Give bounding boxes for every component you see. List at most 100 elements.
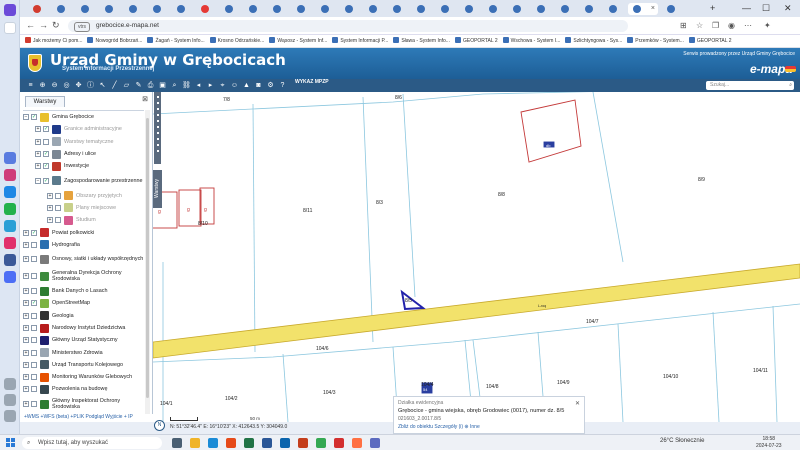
word-icon[interactable] [262,438,272,448]
layer-checkbox[interactable] [31,401,37,408]
tab-layers-vertical[interactable]: Warstwy [153,170,162,208]
app-icon[interactable] [4,152,16,164]
layer-checkbox[interactable]: ✓ [43,126,49,133]
expand-toggle-icon[interactable]: + [23,229,29,236]
collections-icon[interactable]: ❐ [712,21,719,30]
expand-toggle-icon[interactable]: + [23,325,29,331]
bookmark-item[interactable]: Przemków - System... [627,35,684,47]
layer-checkbox[interactable]: ✓ [43,151,49,158]
minimize-icon[interactable]: — [742,3,751,13]
new-tab-icon[interactable] [4,22,16,34]
search-parcel-icon[interactable]: ⌕ [170,81,179,90]
tab-layers[interactable]: Warstwy [25,96,65,107]
layer-row[interactable]: + Narodowy Instytut Dziedzictwa [23,322,144,334]
browser-tab[interactable] [124,3,144,15]
menu-icon[interactable]: ⋯ [744,21,752,30]
bookmark-item[interactable]: Jak możemy Ci pom... [25,35,82,47]
pdf-icon[interactable] [334,438,344,448]
browser-tab-active[interactable]: × [628,3,658,15]
layer-checkbox[interactable] [31,312,37,319]
layer-row[interactable]: + ✓ OpenStreetMap [23,297,144,309]
layer-row[interactable]: + Główny Urząd Statystyczny [23,334,144,346]
excel-icon[interactable] [244,438,254,448]
layer-checkbox[interactable] [43,138,49,145]
back-icon[interactable]: ← [26,20,35,30]
layer-checkbox[interactable]: ✓ [31,300,37,307]
browser-tab[interactable] [460,3,480,15]
expand-toggle-icon[interactable]: + [23,312,29,319]
expand-toggle-icon[interactable]: + [23,361,29,368]
expand-toggle-icon[interactable]: + [23,401,29,408]
bookmark-item[interactable]: Sława - System Info... [393,35,450,47]
layers-toggle-icon[interactable]: ≡ [26,81,35,90]
streetview-icon[interactable]: ☺ [230,81,239,90]
browser-tab[interactable] [556,3,576,15]
windows-start-icon[interactable] [6,438,15,447]
measure-area-icon[interactable]: ▱ [122,81,131,90]
expand-toggle-icon[interactable]: + [47,192,53,199]
close-tab-icon[interactable]: × [651,5,655,12]
browser-tab[interactable] [172,3,192,15]
link-icon[interactable]: ⛓ [182,81,191,90]
expand-toggle-icon[interactable]: + [23,300,29,307]
weather-widget[interactable]: 26°C Słonecznie [660,438,704,444]
layer-checkbox[interactable] [31,288,37,295]
layer-checkbox[interactable]: ✓ [31,114,37,121]
layer-row[interactable]: + Urząd Transportu Kolejowego [23,359,144,371]
close-window-icon[interactable]: ✕ [784,3,792,14]
expand-toggle-icon[interactable]: + [35,138,41,145]
browser-tab[interactable] [388,3,408,15]
popup-actions[interactable]: Zbliż do obiektu Szczegóły (i) ⊕ Inne [398,424,480,430]
file-explorer-icon[interactable] [190,438,200,448]
select-icon[interactable]: ↖ [98,81,107,90]
whatsapp-icon[interactable] [4,203,16,215]
layer-row[interactable]: + Osnowy, siatki i układy współrzędnych [23,251,144,268]
maximize-icon[interactable]: ☐ [762,3,770,14]
browser-tab[interactable] [316,3,336,15]
browser-tab[interactable] [268,3,288,15]
browser-tab[interactable] [100,3,120,15]
app-icon[interactable] [4,169,16,181]
mpzp-list-button[interactable]: WYKAZ MPZP [295,80,329,85]
app-icon[interactable] [4,4,16,16]
url-field[interactable]: vtrs grebocice.e-mapa.net [68,20,628,32]
bookmark-item[interactable]: GEOPORTAL 2 [688,35,732,47]
browser-tab[interactable] [52,3,72,15]
browser-tab[interactable] [292,3,312,15]
bookmark-item[interactable]: Szlichtyngowa - Sys... [565,35,622,47]
help-icon[interactable]: ? [278,81,287,90]
expand-toggle-icon[interactable]: + [23,256,29,263]
app-icon[interactable] [370,438,380,448]
browser-tab[interactable] [28,3,48,15]
panel-scrollbar[interactable] [145,110,150,422]
bookmark-item[interactable]: System Informacji P... [332,35,388,47]
save-icon[interactable]: ▣ [158,81,167,90]
layer-checkbox[interactable] [31,349,37,356]
expand-toggle-icon[interactable]: + [23,386,29,393]
layer-checkbox[interactable] [31,361,37,368]
layer-checkbox[interactable] [31,241,37,248]
layer-row[interactable]: + Monitoring Warunków Glebowych [23,371,144,383]
layer-checkbox[interactable] [31,337,37,344]
layer-row[interactable]: + Ministerstwo Zdrowia [23,346,144,358]
browser-tab[interactable] [340,3,360,15]
info-icon[interactable]: ⓘ [86,81,95,90]
measure-distance-icon[interactable]: ╱ [110,81,119,90]
draw-icon[interactable]: ✎ [134,81,143,90]
pan-icon[interactable]: ✥ [74,81,83,90]
bookmark-item[interactable]: Krosno Odrzańskie... [209,35,264,47]
browser-tab[interactable] [196,3,216,15]
app-icon[interactable] [352,438,362,448]
layer-row[interactable]: + Główny Inspektorat Ochrony Środowiska [23,396,144,413]
expand-toggle-icon[interactable]: + [23,374,29,381]
extensions-icon[interactable]: ⊞ [680,21,687,30]
expand-toggle-icon[interactable]: − [23,114,29,121]
browser-tab[interactable] [244,3,264,15]
task-view-icon[interactable] [172,438,182,448]
layer-checkbox[interactable] [55,217,61,224]
forward-view-icon[interactable]: ▸ [206,81,215,90]
bookmark-item[interactable]: Żagań - System Info... [147,35,205,47]
layer-checkbox[interactable] [31,374,37,381]
browser-tab[interactable] [364,3,384,15]
layer-checkbox[interactable]: ✓ [43,163,49,170]
